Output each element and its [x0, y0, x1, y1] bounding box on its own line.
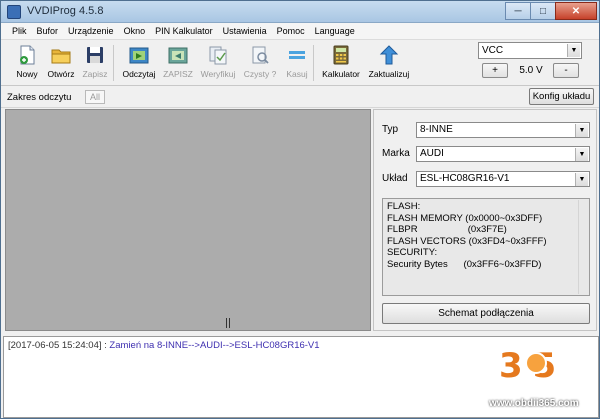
title-bar: VVDIProg 4.5.8 ─ □ ✕ [1, 1, 599, 23]
minimize-button[interactable]: ─ [505, 2, 531, 20]
chip-selection-panel: Typ 8-INNE ▼ Marka AUDI ▼ Układ ESL-HC08… [373, 109, 597, 331]
menu-ustawienia[interactable]: Ustawienia [218, 23, 272, 39]
info-line: FLASH VECTORS (0x3FD4~0x3FFF) [387, 235, 547, 247]
window-title: VVDIProg 4.5.8 [27, 5, 104, 17]
connection-diagram-button[interactable]: Schemat podłączenia [382, 303, 590, 324]
watermark-url: www.obdii365.com [489, 398, 579, 409]
read-range-bar: Zakres odczytu All Konfig układu [1, 87, 599, 108]
voltage-minus-button[interactable]: - [553, 63, 579, 78]
menu-urzadzenie[interactable]: Urządzenie [63, 23, 119, 39]
type-value: 8-INNE [420, 124, 453, 135]
info-line: FLASH: [387, 201, 421, 212]
app-window: VVDIProg 4.5.8 ─ □ ✕ Plik Bufor Urządzen… [0, 0, 600, 419]
blank-check-icon [252, 46, 269, 64]
erase-icon [289, 51, 305, 59]
calculator-button[interactable]: Kalkulator [319, 42, 363, 84]
save-floppy-icon [87, 47, 103, 63]
buffer-area[interactable] [5, 109, 371, 331]
chip-label: Układ [382, 173, 408, 184]
calculator-label: Kalkulator [322, 69, 360, 79]
read-range-label: Zakres odczytu [7, 92, 72, 103]
close-button[interactable]: ✕ [555, 2, 597, 20]
menu-bufor[interactable]: Bufor [32, 23, 64, 39]
toolbar-separator [313, 45, 314, 81]
save-button[interactable]: Zapisz [73, 42, 117, 84]
verify-icon [209, 46, 227, 65]
chip-select[interactable]: ESL-HC08GR16-V1 ▼ [416, 171, 590, 187]
chip-config-button[interactable]: Konfig układu [529, 88, 594, 105]
menu-pin-kalkulator[interactable]: PIN Kalkulator [150, 23, 218, 39]
info-line: FLBPR (0x3F7E) [387, 224, 507, 235]
type-select[interactable]: 8-INNE ▼ [416, 122, 590, 138]
chip-value: ESL-HC08GR16-V1 [420, 173, 510, 184]
write-chip-icon [168, 47, 188, 64]
maximize-button[interactable]: □ [530, 2, 556, 20]
brand-value: AUDI [420, 148, 444, 159]
calculator-icon [333, 45, 349, 65]
chip-info-box: FLASH: FLASH MEMORY (0x0000~0x3DFF) FLBP… [382, 198, 590, 296]
toolbar: Nowy Otwórz Zapisz Odczytaj ZAPISZ Weryf… [1, 40, 599, 86]
info-line: Security Bytes (0x3FF6~0x3FFD) [387, 258, 542, 270]
chevron-down-icon: ▼ [575, 124, 588, 137]
update-arrow-icon [379, 45, 399, 65]
chevron-down-icon: ▼ [575, 173, 588, 186]
chevron-down-icon: ▼ [575, 148, 588, 161]
vcc-select[interactable]: VCC ▼ [478, 42, 582, 59]
text-cursor-icon [226, 318, 230, 328]
new-file-icon [20, 45, 35, 65]
update-button[interactable]: Zaktualizuj [367, 42, 411, 84]
info-line: FLASH MEMORY (0x0000~0x3DFF) [387, 212, 543, 224]
voltage-value: 5.0 V [519, 65, 543, 76]
watermark-logo: 3 5 www.obdii365.com [459, 342, 599, 418]
menu-plik[interactable]: Plik [7, 23, 32, 39]
info-scrollbar[interactable] [578, 200, 588, 294]
menu-okno[interactable]: Okno [119, 23, 151, 39]
app-icon [7, 5, 21, 19]
brand-select[interactable]: AUDI ▼ [416, 146, 590, 162]
menu-bar: Plik Bufor Urządzenie Okno PIN Kalkulato… [1, 23, 599, 40]
update-label: Zaktualizuj [368, 69, 410, 79]
log-timestamp: [2017-06-05 15:24:04] [8, 340, 102, 351]
open-folder-icon [51, 49, 71, 64]
brand-label: Marka [382, 148, 410, 159]
vcc-value: VCC [482, 45, 504, 56]
menu-pomoc[interactable]: Pomoc [272, 23, 310, 39]
smiley-icon [525, 352, 547, 374]
chevron-down-icon: ▼ [567, 44, 580, 57]
read-chip-icon [129, 47, 149, 64]
info-line: SECURITY: [387, 247, 438, 258]
menu-language[interactable]: Language [310, 23, 360, 39]
voltage-plus-button[interactable]: + [482, 63, 508, 78]
log-message: Zamień na 8-INNE-->AUDI-->ESL-HC08GR16-V… [109, 340, 320, 351]
read-range-field[interactable]: All [85, 90, 105, 104]
type-label: Typ [382, 124, 399, 135]
